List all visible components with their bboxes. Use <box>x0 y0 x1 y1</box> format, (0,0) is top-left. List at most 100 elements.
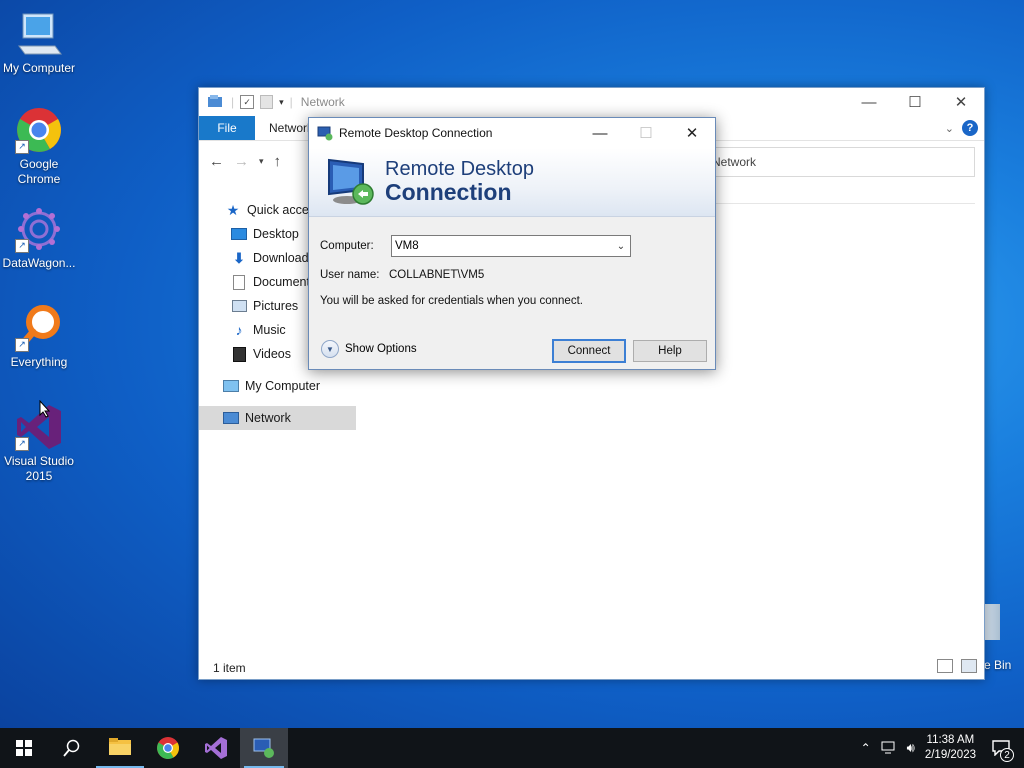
credentials-info-text: You will be asked for credentials when y… <box>320 295 583 307</box>
desktop-icon-label: Google Chrome <box>17 157 61 186</box>
desktop-icon-chrome[interactable]: ↗ Google Chrome <box>0 106 78 187</box>
nav-item-label: Videos <box>253 347 291 361</box>
search-button[interactable] <box>48 728 96 768</box>
taskbar-visual-studio[interactable] <box>192 728 240 768</box>
taskbar-file-explorer[interactable] <box>96 728 144 768</box>
address-bar-text: Network <box>712 155 757 169</box>
maximize-button[interactable]: ☐ <box>892 88 938 116</box>
desktop-icon-recycle-bin[interactable]: e Bin <box>984 604 1024 672</box>
username-label: User name: <box>320 269 380 281</box>
close-button[interactable]: ✕ <box>938 88 984 116</box>
computer-combobox-value: VM8 <box>395 240 419 252</box>
desktop-icon <box>231 226 247 242</box>
desktop-icon-datawagon[interactable]: ↗ DataWagon... <box>0 205 78 271</box>
document-icon <box>231 274 247 290</box>
folder-icon <box>109 738 131 755</box>
tab-file[interactable]: File <box>199 116 255 140</box>
username-value: COLLABNET\VM5 <box>389 269 485 281</box>
volume-icon[interactable]: 🔊︎ <box>907 740 915 756</box>
nav-item-network[interactable]: Network <box>199 406 356 430</box>
rdp-window-title: Remote Desktop Connection <box>339 126 493 140</box>
nav-item-label: Music <box>253 323 286 337</box>
desktop-icon-label: e Bin <box>984 658 1012 672</box>
address-bar[interactable]: Network <box>707 147 975 177</box>
music-icon: ♪ <box>235 322 243 338</box>
chevron-down-icon[interactable]: ⌄ <box>612 241 630 252</box>
network-icon <box>223 410 239 426</box>
large-icons-view-icon[interactable] <box>961 659 977 673</box>
rdp-banner-title-line1: Remote Desktop <box>385 158 534 180</box>
nav-item-label: Network <box>245 411 291 425</box>
video-icon <box>231 346 247 362</box>
computer-label: Computer: <box>320 240 374 252</box>
nav-item-label: Pictures <box>253 299 299 313</box>
remote-desktop-app-icon <box>317 126 333 141</box>
clock-date: 2/19/2023 <box>924 749 976 761</box>
back-arrow-icon[interactable]: ← <box>209 153 224 170</box>
notification-count-badge: 2 <box>1000 748 1014 762</box>
computer-combobox[interactable]: VM8 ⌄ <box>391 235 631 257</box>
remote-desktop-app-icon <box>253 738 274 758</box>
rdp-maximize-button: ☐ <box>639 125 653 142</box>
help-icon[interactable]: ? <box>962 120 978 136</box>
nav-item-my-computer[interactable]: My Computer <box>199 374 356 398</box>
recent-locations-chevron-icon[interactable]: ▾ <box>259 156 264 167</box>
rdp-title-bar[interactable]: Remote Desktop Connection — ☐ ✕ <box>309 118 715 148</box>
forward-arrow-icon[interactable]: → <box>234 153 249 170</box>
mouse-pointer-icon <box>39 400 51 418</box>
search-icon <box>63 739 80 757</box>
remote-desktop-monitor-icon <box>328 158 374 205</box>
explorer-window-title: Network <box>300 95 345 109</box>
nav-item-label: Desktop <box>253 227 299 241</box>
show-hidden-icons-chevron-icon[interactable]: ⌃ <box>861 741 871 755</box>
connect-button[interactable]: Connect <box>552 339 626 363</box>
quick-access-toolbar: | ✓ ▾ | <box>199 94 293 110</box>
datawagon-icon: ↗ <box>15 205 63 253</box>
expand-ribbon-chevron-icon[interactable]: ⌄ <box>945 122 954 135</box>
chrome-icon: ↗ <box>15 106 63 154</box>
system-tray: ⌃ 🔊︎ 11:38 AM 2/19/2023 2 <box>861 728 1024 768</box>
nav-item-label: Documents <box>253 275 317 289</box>
taskbar: ⌃ 🔊︎ 11:38 AM 2/19/2023 2 <box>0 728 1024 768</box>
action-center-button[interactable]: 2 <box>986 728 1016 768</box>
desktop-icon-label: My Computer <box>2 61 76 75</box>
customize-toolbar-chevron-icon[interactable]: ▾ <box>279 97 284 108</box>
desktop-icon-everything[interactable]: ↗ Everything <box>0 304 78 370</box>
computer-icon <box>223 378 239 394</box>
taskbar-clock[interactable]: 11:38 AM 2/19/2023 <box>925 733 976 763</box>
expand-options-chevron-icon: ▼ <box>321 340 339 358</box>
minimize-button[interactable]: — <box>846 88 892 116</box>
taskbar-chrome[interactable] <box>144 728 192 768</box>
rdp-close-button[interactable]: ✕ <box>669 118 715 148</box>
windows-logo-icon <box>16 740 32 756</box>
desktop-icon-label: Everything <box>10 355 68 369</box>
computer-icon <box>15 10 63 58</box>
chrome-icon <box>157 737 179 759</box>
new-folder-icon[interactable] <box>260 95 274 109</box>
taskbar-remote-desktop[interactable] <box>240 728 288 768</box>
everything-search-icon: ↗ <box>15 304 63 352</box>
desktop-icon-my-computer[interactable]: My Computer <box>0 10 78 76</box>
desktop-icon-label: DataWagon... <box>2 256 76 270</box>
remote-desktop-dialog: Remote Desktop Connection — ☐ ✕ Remote D… <box>308 117 716 370</box>
network-folder-icon <box>208 95 222 107</box>
shortcut-arrow-icon: ↗ <box>15 437 29 451</box>
rdp-banner-title-line2: Connection <box>385 179 512 205</box>
properties-checkbox-icon[interactable]: ✓ <box>240 95 255 109</box>
explorer-title-bar[interactable]: | ✓ ▾ | Network — ☐ ✕ <box>199 88 984 116</box>
picture-icon <box>231 298 247 314</box>
clock-time: 11:38 AM <box>926 734 975 746</box>
download-icon: ⬇ <box>233 249 245 266</box>
start-button[interactable] <box>0 728 48 768</box>
network-status-icon[interactable] <box>881 741 897 755</box>
rdp-banner: Remote Desktop Connection <box>309 148 715 217</box>
help-button[interactable]: Help <box>633 340 707 362</box>
details-divider <box>713 203 975 204</box>
show-options-label: Show Options <box>345 343 417 355</box>
shortcut-arrow-icon: ↗ <box>15 338 29 352</box>
details-view-icon[interactable] <box>937 659 953 673</box>
show-options-toggle[interactable]: ▼ Show Options <box>321 340 417 358</box>
up-arrow-icon[interactable]: ↑ <box>274 153 282 170</box>
rdp-minimize-button[interactable]: — <box>577 118 623 148</box>
visual-studio-icon <box>205 737 227 759</box>
